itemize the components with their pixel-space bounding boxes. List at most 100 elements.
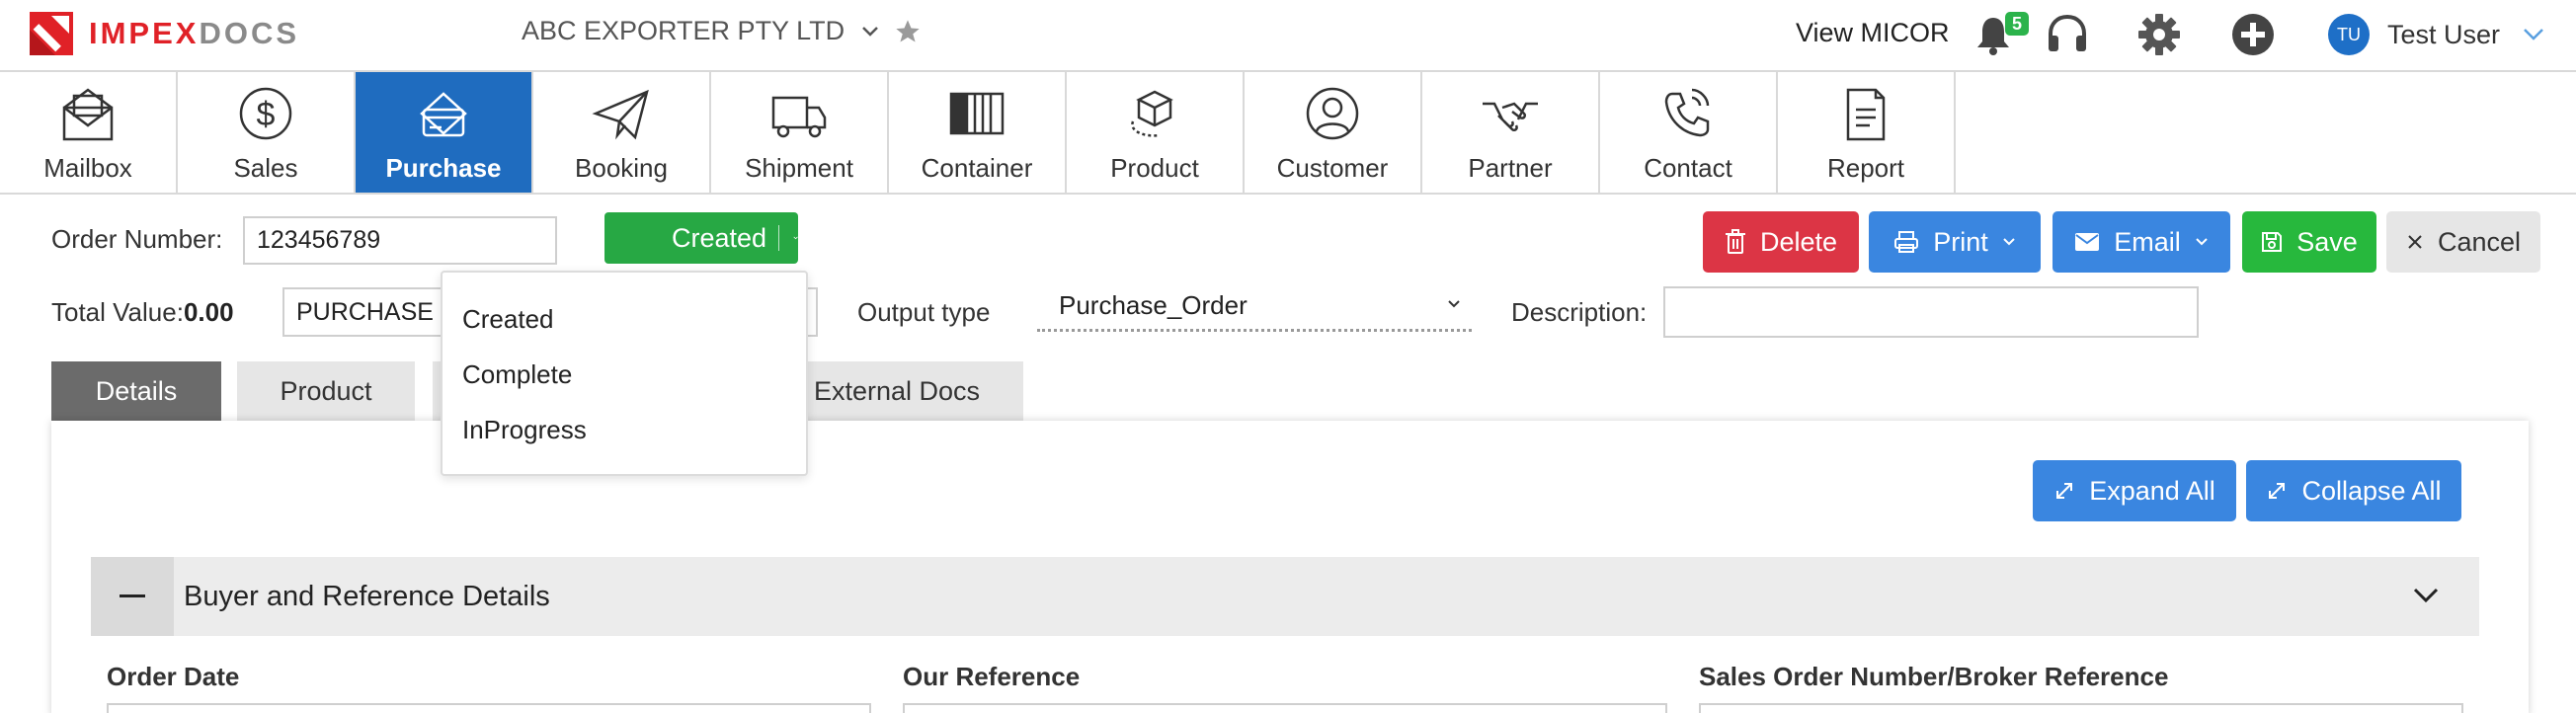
- nav-item-partner[interactable]: Partner: [1422, 72, 1600, 193]
- nav-label: Customer: [1276, 153, 1389, 183]
- credit-card-icon: [420, 92, 467, 137]
- nav-item-product[interactable]: Product: [1067, 72, 1245, 193]
- description-input[interactable]: [1663, 286, 2199, 338]
- nav-item-purchase[interactable]: Purchase: [356, 72, 533, 193]
- gear-icon[interactable]: [2136, 12, 2182, 57]
- add-circle-icon[interactable]: [2230, 12, 2276, 57]
- mailbox-icon: [62, 88, 114, 141]
- nav-label: Booking: [575, 153, 668, 183]
- company-selector[interactable]: ABC EXPORTER PTY LTD: [522, 16, 922, 46]
- nav-item-container[interactable]: Container: [889, 72, 1067, 193]
- paper-plane-icon: [592, 89, 649, 140]
- chevron-down-icon: [862, 26, 878, 37]
- delete-button[interactable]: Delete: [1703, 211, 1859, 273]
- company-name: ABC EXPORTER PTY LTD: [522, 16, 845, 45]
- save-label: Save: [2296, 226, 2358, 257]
- order-number-input[interactable]: [243, 216, 557, 265]
- handshake-icon: [1483, 102, 1538, 132]
- status-option-created[interactable]: Created: [462, 304, 554, 335]
- star-icon[interactable]: [894, 18, 922, 45]
- module-nav: Mailbox $ Sales Purchase Booking Shipmen…: [0, 72, 2576, 195]
- status-dropdown-menu: Created Complete InProgress: [441, 271, 808, 476]
- cancel-button[interactable]: Cancel: [2386, 211, 2540, 273]
- close-icon: [2408, 235, 2422, 249]
- expand-icon: [2056, 483, 2073, 499]
- box-icon: [1131, 90, 1173, 137]
- container-icon: [949, 92, 1005, 135]
- user-menu[interactable]: TU Test User: [2328, 14, 2545, 55]
- sales-order-label: Sales Order Number/Broker Reference: [1699, 662, 2169, 691]
- expand-all-button[interactable]: Expand All: [2033, 460, 2236, 521]
- nav-item-shipment[interactable]: Shipment: [711, 72, 889, 193]
- nav-item-contact[interactable]: Contact: [1600, 72, 1778, 193]
- our-reference-label: Our Reference: [903, 662, 1081, 691]
- nav-item-report[interactable]: Report: [1778, 72, 1956, 193]
- email-label: Email: [2114, 226, 2181, 257]
- avatar: TU: [2328, 14, 2370, 55]
- nav-label: Report: [1826, 153, 1905, 183]
- logo-text-docs: DOCS: [199, 16, 300, 50]
- nav-item-customer[interactable]: Customer: [1245, 72, 1422, 193]
- nav-label: Shipment: [745, 153, 853, 183]
- email-button[interactable]: Email: [2053, 211, 2230, 273]
- accordion-buyer-reference[interactable]: Buyer and Reference Details: [91, 557, 2479, 636]
- delete-label: Delete: [1759, 226, 1838, 257]
- tab-product[interactable]: Product: [237, 361, 415, 421]
- chevron-down-icon: [1448, 300, 1460, 308]
- chevron-down-icon: [2196, 238, 2208, 246]
- description-label: Description:: [1511, 297, 1648, 327]
- nav-label: Mailbox: [43, 153, 132, 183]
- collapse-all-label: Collapse All: [2301, 475, 2442, 506]
- printer-icon: [1894, 231, 1919, 253]
- logo-mark-icon: [30, 12, 73, 55]
- tab-external-docs[interactable]: External Docs: [770, 361, 1023, 421]
- dollar-icon: $: [239, 87, 292, 140]
- nav-item-mailbox[interactable]: Mailbox: [0, 72, 178, 193]
- total-value-label: Total Value:: [51, 297, 184, 327]
- chevron-down-icon: [793, 236, 798, 240]
- our-reference-input[interactable]: [903, 703, 1667, 713]
- status-value: Created: [672, 222, 767, 253]
- total-value: Total Value:0.00: [51, 297, 234, 328]
- accordion-title: Buyer and Reference Details: [184, 581, 550, 612]
- chevron-down-icon: [2413, 588, 2439, 603]
- status-option-complete[interactable]: Complete: [462, 359, 572, 390]
- collapse-icon: [2269, 483, 2286, 499]
- headset-icon[interactable]: [2045, 12, 2090, 57]
- order-date-input[interactable]: [107, 703, 871, 713]
- view-micor-link[interactable]: View MICOR: [1796, 18, 1950, 48]
- truck-icon: [771, 96, 827, 138]
- user-icon: [1306, 87, 1359, 140]
- accordion-toggle[interactable]: [91, 557, 174, 636]
- collapse-all-button[interactable]: Collapse All: [2246, 460, 2461, 521]
- print-button[interactable]: Print: [1869, 211, 2041, 273]
- nav-label: Contact: [1644, 153, 1732, 183]
- nav-label: Purchase: [385, 153, 502, 183]
- nav-label: Partner: [1468, 153, 1553, 183]
- nav-item-booking[interactable]: Booking: [533, 72, 711, 193]
- envelope-icon: [2075, 233, 2100, 251]
- output-type-label: Output type: [857, 297, 991, 327]
- user-name: Test User: [2387, 19, 2501, 49]
- chevron-down-icon: [2524, 29, 2543, 40]
- chevron-down-icon: [2003, 238, 2015, 246]
- output-type-value: Purchase_Order: [1059, 290, 1248, 320]
- total-value-amount: 0.00: [183, 297, 234, 327]
- divider: [778, 225, 779, 251]
- nav-item-sales[interactable]: $ Sales: [178, 72, 356, 193]
- status-option-inprogress[interactable]: InProgress: [462, 415, 587, 445]
- save-icon: [2262, 232, 2283, 252]
- save-button[interactable]: Save: [2242, 211, 2376, 273]
- tab-details[interactable]: Details: [51, 361, 221, 421]
- phone-icon: [1664, 88, 1710, 137]
- nav-label: Product: [1110, 153, 1199, 183]
- minus-icon: [120, 594, 145, 597]
- trash-icon: [1725, 229, 1745, 254]
- sales-order-input[interactable]: [1699, 703, 2463, 713]
- status-dropdown-button[interactable]: Created: [604, 212, 798, 264]
- impexdocs-logo[interactable]: IMPEXDOCS: [28, 10, 299, 57]
- document-icon: [1846, 88, 1886, 141]
- order-date-label: Order Date: [107, 662, 240, 691]
- output-type-select[interactable]: Purchase_Order: [1037, 280, 1472, 332]
- logo-text-impex: IMPEX: [89, 16, 200, 50]
